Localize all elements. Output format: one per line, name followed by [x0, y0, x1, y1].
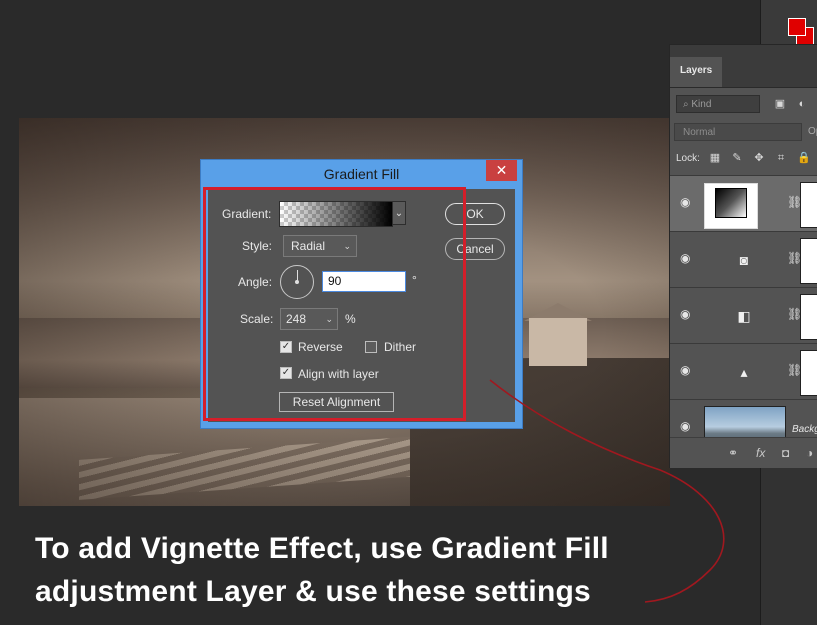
caption-line-2: adjustment Layer & use these settings: [35, 575, 591, 608]
caption-line-1: To add Vignette Effect, use Gradient Fil…: [35, 532, 609, 565]
